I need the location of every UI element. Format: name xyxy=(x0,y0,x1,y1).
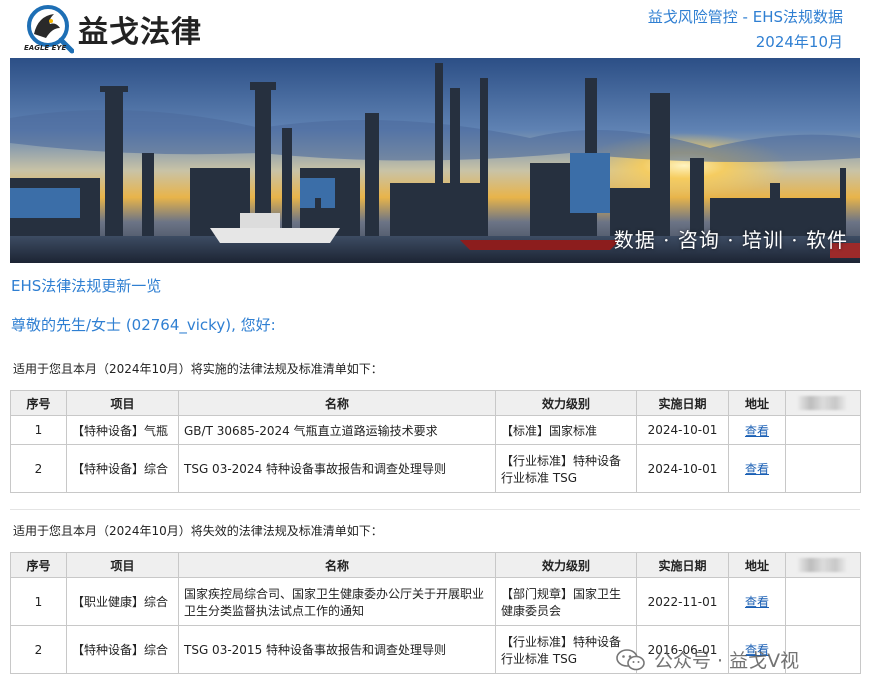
table-row: 2 【特种设备】综合 TSG 03-2024 特种设备事故报告和调查处理导则 【… xyxy=(10,444,861,493)
column-header: 效力级别 xyxy=(495,552,637,578)
row-level: 【行业标准】特种设备行业标准 TSG xyxy=(495,444,637,493)
view-link[interactable]: 查看 xyxy=(745,424,769,438)
row-link-cell: 查看 xyxy=(728,577,786,626)
row-project: 【职业健康】综合 xyxy=(66,577,179,626)
expire-intro: 适用于您且本月（2024年10月）将失效的法律法规及标准清单如下： xyxy=(13,524,383,538)
watermark-text: 公众号 · 益戈V视 xyxy=(654,650,800,672)
row-extra-cell xyxy=(785,444,861,493)
view-link[interactable]: 查看 xyxy=(745,462,769,476)
row-name: TSG 03-2015 特种设备事故报告和调查处理导则 xyxy=(178,625,496,674)
column-header: 实施日期 xyxy=(636,390,729,416)
row-link-cell: 查看 xyxy=(728,415,786,445)
table-row: 1 【特种设备】气瓶 GB/T 30685-2024 气瓶直立道路运输技术要求 … xyxy=(10,415,861,445)
column-header: 名称 xyxy=(178,390,496,416)
row-extra-cell xyxy=(785,577,861,626)
row-name: GB/T 30685-2024 气瓶直立道路运输技术要求 xyxy=(178,415,496,445)
row-number: 1 xyxy=(10,577,67,626)
column-header: 地址 xyxy=(728,390,786,416)
implement-intro: 适用于您且本月（2024年10月）将实施的法律法规及标准清单如下： xyxy=(13,362,383,376)
column-header: 地址 xyxy=(728,552,786,578)
blurred-column-header xyxy=(785,552,861,578)
greeting-text: 尊敬的先生/女士 (02764_vicky), 您好: xyxy=(11,316,276,334)
row-project: 【特种设备】气瓶 xyxy=(66,415,179,445)
column-header: 实施日期 xyxy=(636,552,729,578)
row-extra-cell xyxy=(785,415,861,445)
table-header-row: 序号 项目 名称 效力级别 实施日期 地址 xyxy=(10,552,861,578)
brand-logo: 益戈法律 EAGLE EYE xyxy=(24,4,204,54)
page-header: 益戈法律 EAGLE EYE 益戈风险管控 - EHS法规数据 2024年10月 xyxy=(0,0,871,58)
row-number: 1 xyxy=(10,415,67,445)
column-header: 名称 xyxy=(178,552,496,578)
view-link[interactable]: 查看 xyxy=(745,595,769,609)
implement-table: 序号 项目 名称 效力级别 实施日期 地址 1 【特种设备】气瓶 GB/T 30… xyxy=(10,390,861,493)
wechat-watermark: 公众号 · 益戈V视 xyxy=(616,646,799,673)
header-info: 益戈风险管控 - EHS法规数据 2024年10月 xyxy=(648,5,843,55)
row-date: 2024-10-01 xyxy=(636,444,729,493)
wechat-icon xyxy=(616,648,645,670)
row-name: TSG 03-2024 特种设备事故报告和调查处理导则 xyxy=(178,444,496,493)
section-title: EHS法律法规更新一览 xyxy=(11,277,162,295)
row-link-cell: 查看 xyxy=(728,444,786,493)
column-header: 序号 xyxy=(10,552,67,578)
brand-subtitle: EAGLE EYE xyxy=(24,44,67,52)
banner-caption: 数据 · 咨询 · 培训 · 软件 xyxy=(613,228,848,252)
header-source: 益戈风险管控 - EHS法规数据 xyxy=(647,8,843,26)
row-date: 2022-11-01 xyxy=(636,577,729,626)
row-name: 国家疾控局综合司、国家卫生健康委办公厅关于开展职业卫生分类监督执法试点工作的通知 xyxy=(178,577,496,626)
row-level: 【标准】国家标准 xyxy=(495,415,637,445)
section-divider xyxy=(10,509,860,510)
row-number: 2 xyxy=(10,625,67,674)
row-level: 【部门规章】国家卫生健康委员会 xyxy=(495,577,637,626)
hero-banner: 数据 · 咨询 · 培训 · 软件 xyxy=(10,58,860,263)
row-project: 【特种设备】综合 xyxy=(66,625,179,674)
row-number: 2 xyxy=(10,444,67,493)
row-date: 2024-10-01 xyxy=(636,415,729,445)
table-row: 1 【职业健康】综合 国家疾控局综合司、国家卫生健康委办公厅关于开展职业卫生分类… xyxy=(10,577,861,626)
blurred-column-header xyxy=(785,390,861,416)
row-project: 【特种设备】综合 xyxy=(66,444,179,493)
column-header: 效力级别 xyxy=(495,390,637,416)
column-header: 项目 xyxy=(66,390,179,416)
table-header-row: 序号 项目 名称 效力级别 实施日期 地址 xyxy=(10,390,861,416)
brand-name: 益戈法律 xyxy=(78,15,202,50)
column-header: 序号 xyxy=(10,390,67,416)
redacted-blur xyxy=(798,558,848,573)
header-month: 2024年10月 xyxy=(755,33,843,51)
column-header: 项目 xyxy=(66,552,179,578)
redacted-blur xyxy=(798,396,848,411)
